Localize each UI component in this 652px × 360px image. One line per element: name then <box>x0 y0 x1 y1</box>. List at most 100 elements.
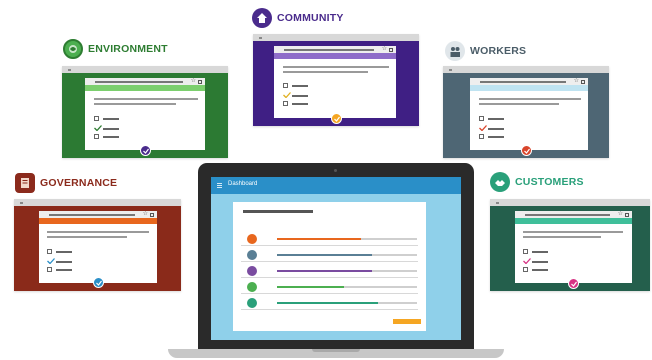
check-icon <box>283 92 291 98</box>
checkbox <box>523 267 528 272</box>
progress-bar-track <box>372 270 417 272</box>
accent-band <box>85 85 205 91</box>
window-content: ☆ <box>515 211 632 283</box>
accent-band <box>39 218 157 224</box>
star-icon: ☆ <box>190 77 196 84</box>
window-square-icon <box>389 47 393 52</box>
check-icon <box>47 258 55 264</box>
dashboard-row[interactable] <box>241 296 418 310</box>
check-icon <box>95 280 102 286</box>
star-icon: ☆ <box>142 210 148 217</box>
governance-icon <box>15 173 35 193</box>
checkbox <box>479 134 484 139</box>
dashboard-row[interactable] <box>241 232 418 246</box>
laptop-screen: Dashboard <box>211 177 461 340</box>
community-icon <box>252 8 272 28</box>
window-square-icon <box>625 212 629 217</box>
address-bar: ☆ <box>39 211 157 218</box>
star-icon: ☆ <box>573 77 579 84</box>
progress-bar-fill <box>277 302 378 304</box>
community-icon <box>247 266 257 276</box>
window-square-icon <box>198 79 202 84</box>
customers-label: CUSTOMERS <box>515 176 584 188</box>
window-chrome <box>443 66 609 73</box>
dashboard-row[interactable] <box>241 280 418 294</box>
window-chrome <box>14 199 181 206</box>
accent-band <box>274 53 396 59</box>
community-label-group: COMMUNITY <box>252 7 344 29</box>
progress-bar-fill <box>277 238 361 240</box>
dashboard-row[interactable] <box>241 248 418 262</box>
status-badge <box>93 277 104 288</box>
status-badge <box>331 113 342 124</box>
dashboard-card <box>233 202 426 331</box>
check-icon <box>523 148 530 154</box>
governance-label: GOVERNANCE <box>40 177 118 189</box>
governance-window: ☆ <box>14 199 181 291</box>
checkbox <box>47 267 52 272</box>
progress-bar-track <box>344 286 417 288</box>
window-chrome <box>62 66 228 73</box>
environment-icon <box>63 39 83 59</box>
workers-label-group: WORKERS <box>445 40 526 62</box>
customers-window: ☆ <box>490 199 650 291</box>
checkbox <box>94 116 99 121</box>
customers-icon <box>247 298 257 308</box>
community-window: ☆ <box>253 34 419 126</box>
status-badge <box>140 145 151 156</box>
community-label: COMMUNITY <box>277 12 344 24</box>
check-icon <box>570 281 577 287</box>
address-bar: ☆ <box>470 78 588 85</box>
laptop-camera <box>334 169 337 172</box>
window-chrome <box>490 199 650 206</box>
progress-bar-track <box>372 254 417 256</box>
customers-icon <box>490 172 510 192</box>
governance-label-group: GOVERNANCE <box>15 172 117 194</box>
environment-label: ENVIRONMENT <box>88 43 168 55</box>
app-bar: Dashboard <box>211 177 461 194</box>
customers-label-group: CUSTOMERS <box>490 171 584 193</box>
checkbox <box>94 134 99 139</box>
status-badge <box>521 145 532 156</box>
workers-icon <box>445 41 465 61</box>
checkbox <box>479 116 484 121</box>
window-square-icon <box>581 79 585 84</box>
address-bar: ☆ <box>515 211 632 218</box>
status-badge <box>568 278 579 289</box>
progress-bar-fill <box>277 286 344 288</box>
checkbox <box>47 249 52 254</box>
progress-bar-track <box>361 238 417 240</box>
dashboard-row[interactable] <box>241 264 418 278</box>
checkbox <box>523 249 528 254</box>
check-icon <box>142 148 149 154</box>
accent-band <box>470 85 588 91</box>
governance-icon <box>247 234 257 244</box>
workers-label: WORKERS <box>470 45 527 57</box>
star-icon: ☆ <box>617 210 623 217</box>
environment-window: ☆ <box>62 66 228 158</box>
check-icon <box>479 125 487 131</box>
progress-bar-fill <box>277 254 372 256</box>
window-content: ☆ <box>470 78 588 150</box>
accent-band <box>515 218 632 224</box>
progress-bar-track <box>378 302 417 304</box>
star-icon: ☆ <box>381 45 387 52</box>
window-content: ☆ <box>85 78 205 150</box>
menu-icon[interactable] <box>217 183 222 188</box>
address-bar: ☆ <box>85 78 205 85</box>
environment-icon <box>247 282 257 292</box>
environment-label-group: ENVIRONMENT <box>63 38 168 60</box>
submit-button[interactable] <box>393 319 421 324</box>
check-icon <box>333 116 340 122</box>
checkbox <box>283 83 288 88</box>
address-bar: ☆ <box>274 46 396 53</box>
app-title: Dashboard <box>228 181 258 187</box>
window-content: ☆ <box>274 46 396 118</box>
window-content: ☆ <box>39 211 157 283</box>
checkbox <box>283 101 288 106</box>
check-icon <box>94 125 102 131</box>
check-icon <box>523 258 531 264</box>
card-title-placeholder <box>243 210 313 213</box>
workers-icon <box>247 250 257 260</box>
progress-bar-fill <box>277 270 372 272</box>
